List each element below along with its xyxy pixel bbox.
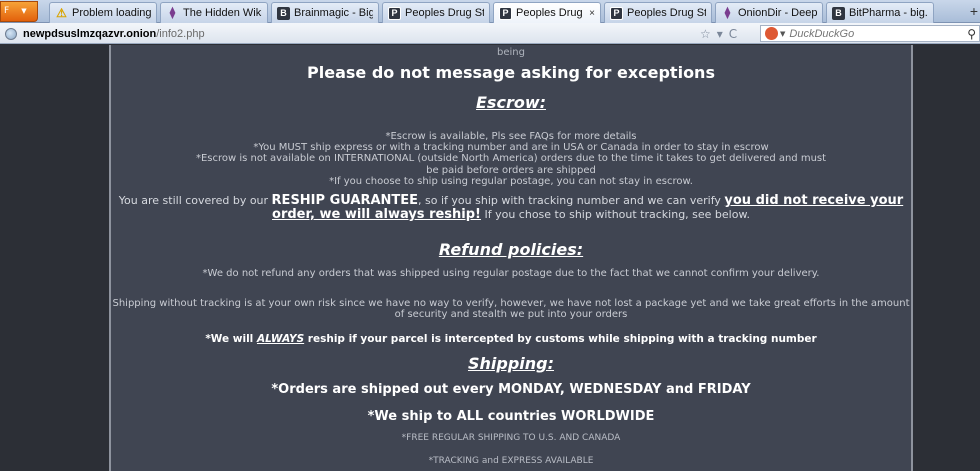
escrow-heading: Escrow: xyxy=(476,93,546,112)
bookmark-star-icon[interactable]: ☆ xyxy=(700,27,711,41)
shipping-heading: Shipping: xyxy=(467,354,555,373)
escrow-line: *You MUST ship express or with a trackin… xyxy=(253,142,769,154)
always-reship-text: *We will ALWAYS reship if your parcel is… xyxy=(111,333,911,345)
tab-hidden-wiki[interactable]: ⧫ The Hidden Wiki xyxy=(160,2,268,23)
p-icon: P xyxy=(610,6,623,20)
onion-icon: ⧫ xyxy=(724,6,731,19)
escrow-line: *Escrow is not available on INTERNATIONA… xyxy=(195,153,827,165)
always-text-part: reship if your parcel is intercepted by … xyxy=(304,333,817,345)
content-column: being Please do not message asking for e… xyxy=(109,45,913,471)
always-text-part: *We will xyxy=(205,333,257,345)
warning-icon: ⚠ xyxy=(56,6,67,20)
p-icon: P xyxy=(388,6,401,20)
tab-oniondir[interactable]: ⧫ OnionDir - Deep ... xyxy=(715,2,823,23)
reship-guarantee-text: You are still covered by our RESHIP GUAR… xyxy=(111,194,911,222)
magnifier-icon[interactable]: ⚲ xyxy=(967,27,976,41)
escrow-line: *If you choose to ship using regular pos… xyxy=(329,175,693,187)
chevron-down-icon: ▼ xyxy=(21,7,27,15)
history-dropdown-icon[interactable]: ▾ xyxy=(717,27,723,41)
tracking-express-note: *TRACKING and EXPRESS AVAILABLE xyxy=(428,456,594,466)
tab-peoples-drug-active[interactable]: P Peoples Drug ... × xyxy=(493,2,601,23)
reship-text-part: , so if you ship with tracking number an… xyxy=(418,194,725,207)
always-word: ALWAYS xyxy=(256,333,305,345)
tab-label: OnionDir - Deep ... xyxy=(738,7,817,19)
tab-strip: F▼ ⚠ Problem loading... ⧫ The Hidden Wik… xyxy=(0,0,980,23)
tab-label: Brainmagic - Big... xyxy=(294,7,373,19)
firefox-menu-label: F xyxy=(4,6,10,16)
shipping-worldwide: *We ship to ALL countries WORLDWIDE xyxy=(367,409,655,424)
url-host: newpdsuslmzqazvr.onion xyxy=(23,27,157,40)
tab-peoples-drug-3[interactable]: P Peoples Drug St... xyxy=(604,2,712,23)
reload-icon[interactable]: C xyxy=(729,27,737,41)
duckduckgo-icon[interactable] xyxy=(765,27,778,40)
search-placeholder[interactable]: DuckDuckGo xyxy=(789,28,967,40)
tab-bitpharma[interactable]: B BitPharma - big... xyxy=(826,2,934,23)
new-tab-button[interactable]: + xyxy=(970,3,978,19)
url-bar[interactable]: newpdsuslmzqazvr.onion/info2.php xyxy=(2,25,728,42)
firefox-menu-button[interactable]: F ▼ xyxy=(0,1,38,22)
b-icon: B xyxy=(277,6,290,20)
navigation-bar: newpdsuslmzqazvr.onion/info2.php ☆ ▾ C ▼… xyxy=(0,23,980,44)
text-fragment: being xyxy=(497,47,525,58)
escrow-details: *Escrow is available, Pls see FAQs for m… xyxy=(111,131,911,187)
search-box[interactable]: ▼ DuckDuckGo ⚲ xyxy=(760,25,980,42)
onion-icon: ⧫ xyxy=(169,6,176,19)
tab-label: Peoples Drug St... xyxy=(627,7,706,19)
chevron-down-icon[interactable]: ▼ xyxy=(780,30,785,38)
refund-tracking-text: Shipping without tracking is at your own… xyxy=(112,298,910,321)
p-icon: P xyxy=(499,6,512,20)
free-shipping-note: *FREE REGULAR SHIPPING TO U.S. AND CANAD… xyxy=(401,433,621,443)
globe-icon xyxy=(5,27,17,40)
shipping-days: *Orders are shipped out every MONDAY, WE… xyxy=(271,382,751,397)
refund-policy-text: *We do not refund any orders that was sh… xyxy=(202,268,820,279)
notice-heading: Please do not message asking for excepti… xyxy=(307,63,715,82)
escrow-line: be paid before orders are shipped xyxy=(426,164,596,176)
tab-brainmagic[interactable]: B Brainmagic - Big... xyxy=(271,2,379,23)
tab-problem-loading[interactable]: ⚠ Problem loading... xyxy=(49,2,157,23)
escrow-line: *Escrow is available, Pls see FAQs for m… xyxy=(385,131,637,142)
tab-list: ⚠ Problem loading... ⧫ The Hidden Wiki B… xyxy=(49,2,962,23)
b-icon: B xyxy=(832,6,845,20)
tab-label: Peoples Drug ... xyxy=(516,7,585,19)
reship-text-part: You are still covered by our xyxy=(118,194,272,207)
tab-label: Peoples Drug St... xyxy=(405,7,484,19)
tab-label: BitPharma - big... xyxy=(849,7,928,19)
tab-peoples-drug-1[interactable]: P Peoples Drug St... xyxy=(382,2,490,23)
tab-label: Problem loading... xyxy=(72,7,151,19)
close-icon[interactable]: × xyxy=(589,8,595,19)
refund-heading: Refund policies: xyxy=(438,240,584,259)
reship-guarantee-label: RESHIP GUARANTEE xyxy=(271,193,419,208)
url-path: /info2.php xyxy=(156,27,205,40)
page-viewport: being Please do not message asking for e… xyxy=(0,45,980,471)
reship-text-part: If you chose to ship without tracking, s… xyxy=(480,208,750,221)
tab-label: The Hidden Wiki xyxy=(183,7,262,19)
url-controls: ☆ ▾ C xyxy=(700,25,760,42)
